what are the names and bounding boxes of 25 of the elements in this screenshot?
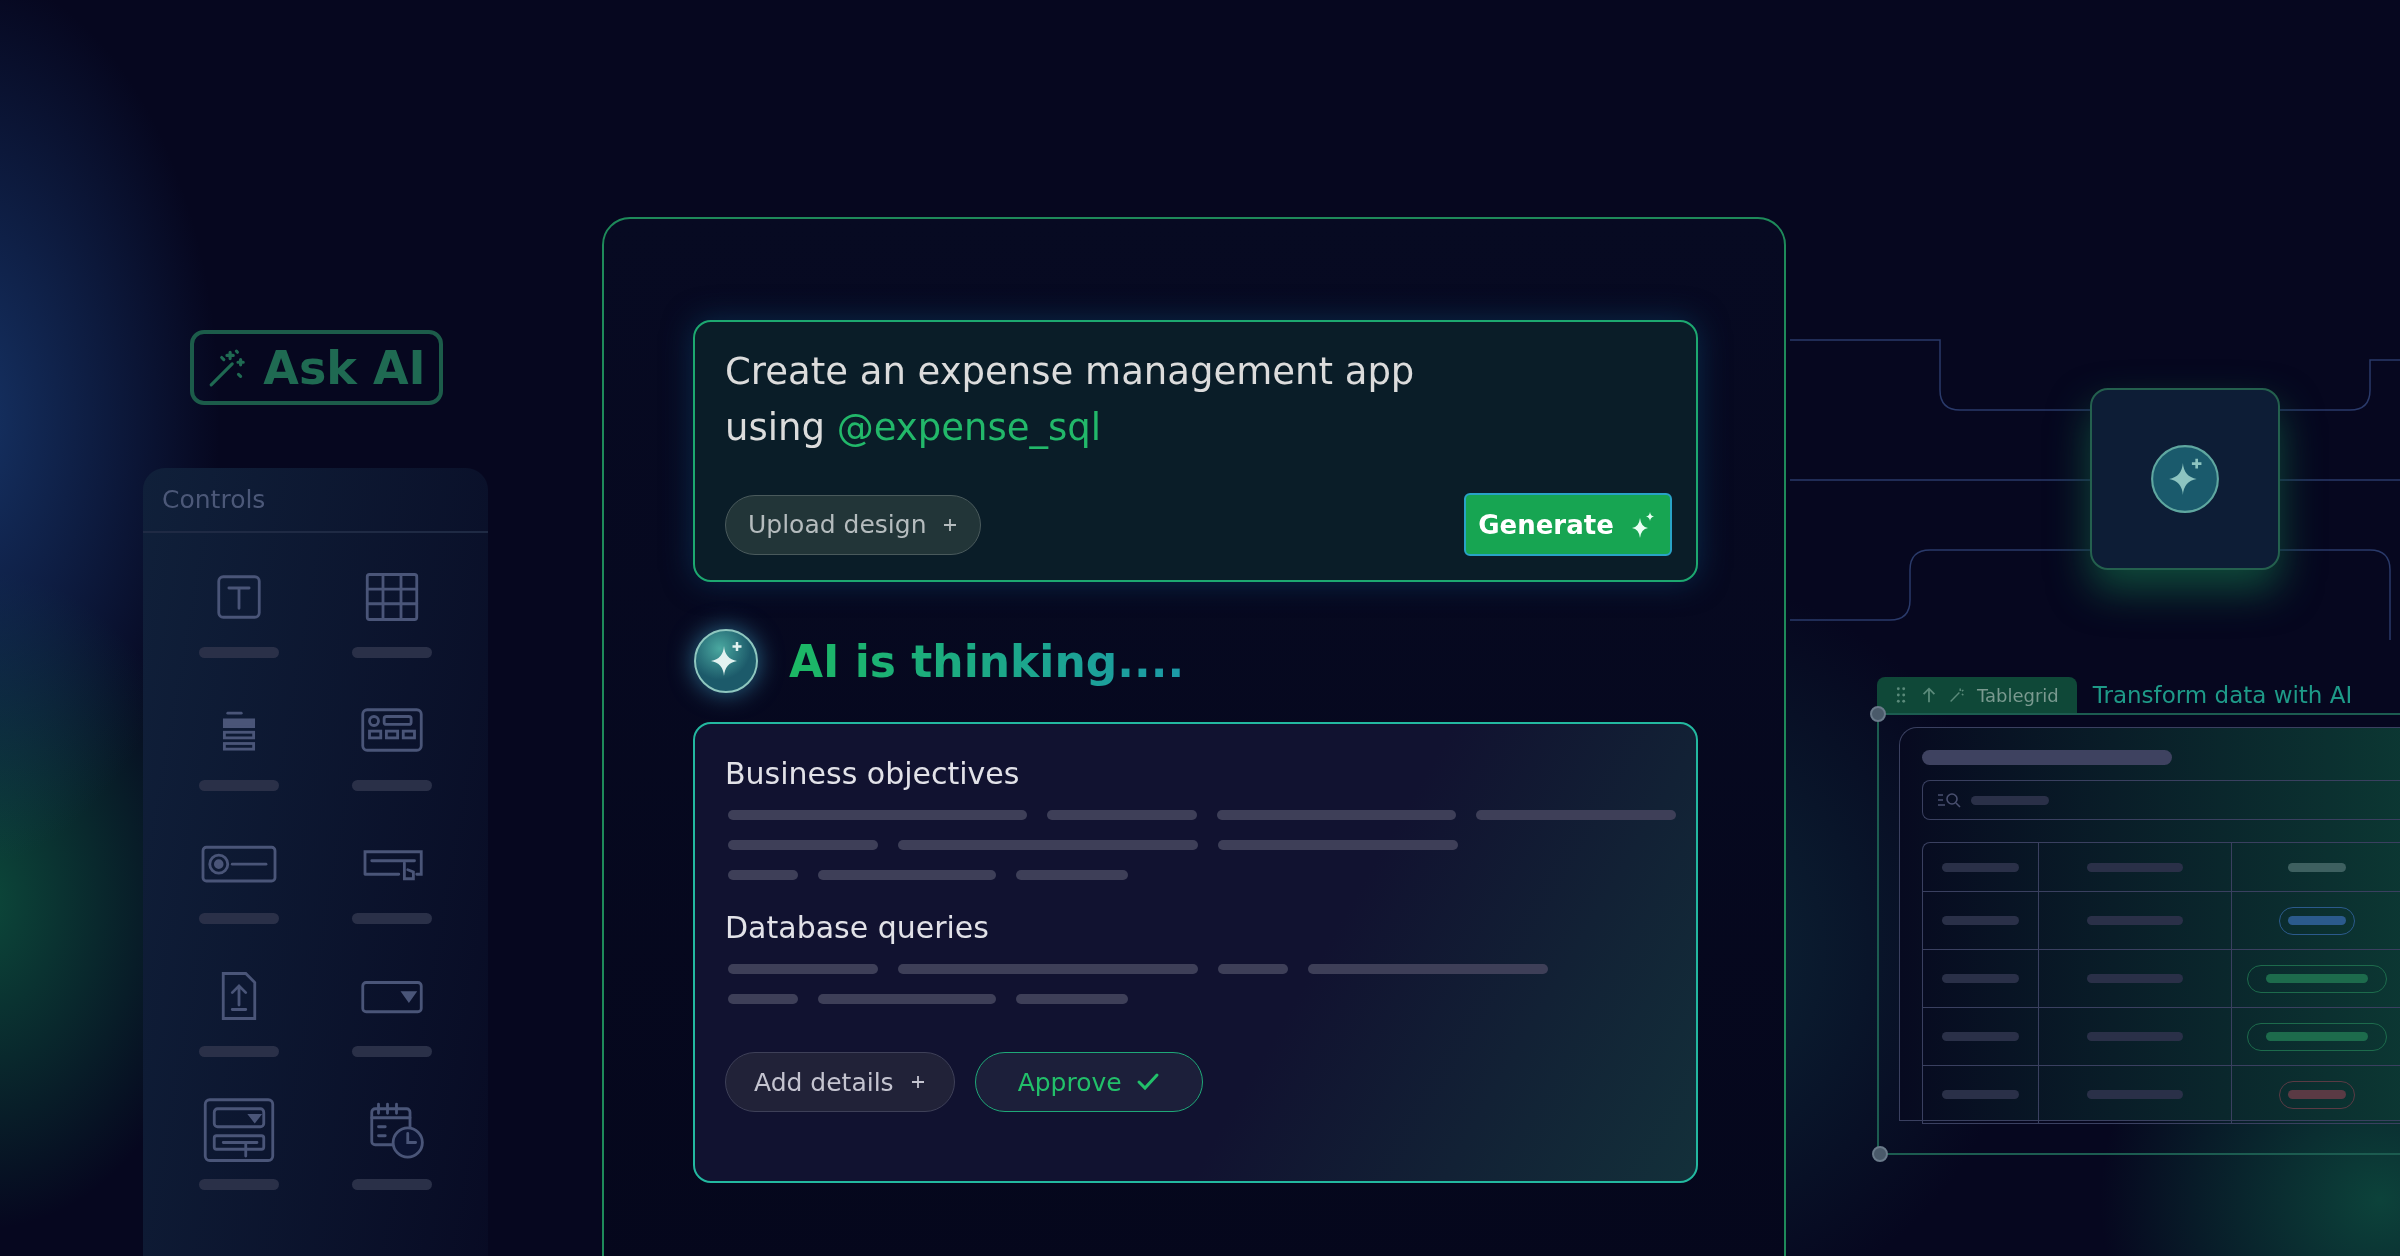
sparkle-orb-icon [2150,444,2220,514]
section-title: Database queries [725,909,990,947]
section-title: Business objectives [725,755,1021,793]
arrow-up-icon [1921,686,1937,704]
prompt-text: Create an expense management app using @expense_sql [725,349,1416,451]
placeholder-bar [1218,964,1288,974]
panel-title: Controls [143,468,488,533]
placeholder-bar [728,994,798,1004]
search-field[interactable] [1922,780,2400,820]
add-details-button[interactable]: Add details [725,1052,955,1112]
approve-button[interactable]: Approve [974,1052,1203,1112]
sparkle-orb-icon [693,628,759,694]
upload-design-button[interactable]: Upload design [725,494,982,555]
tablegrid-tab[interactable]: Tablegrid [1877,677,2077,713]
plus-icon [942,516,959,533]
plus-icon [909,1074,926,1090]
placeholder-bar [2288,862,2346,872]
tab-label: Tablegrid [1977,684,2059,706]
placeholder-bar [728,870,798,880]
tablegrid-caption: Transform data with AI [2092,682,2353,708]
prompt-box[interactable]: Create an expense management app using @expense_sql Upload design Generate [693,320,1698,582]
resize-handle[interactable] [1870,706,1886,722]
magic-wand-icon [1949,686,1965,704]
search-icon [1937,791,1963,809]
resize-handle[interactable] [1872,1146,1888,1162]
